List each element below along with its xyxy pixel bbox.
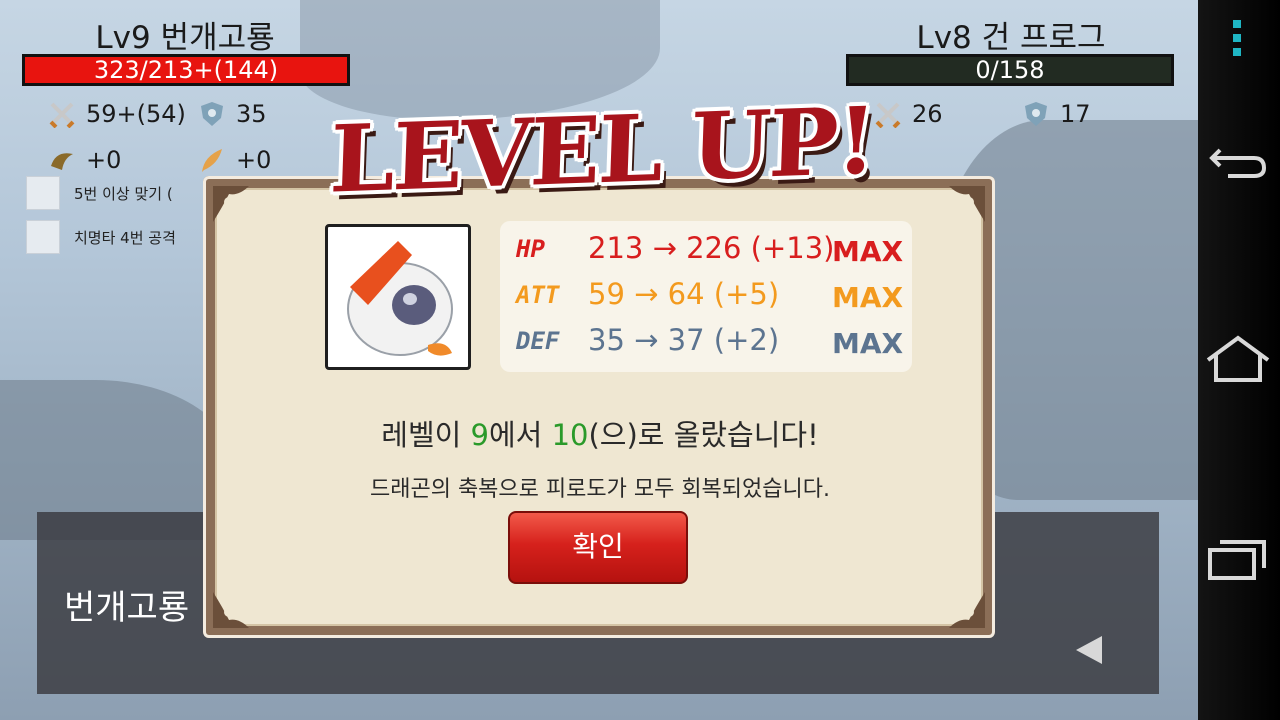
enemy-attack-stat: 26	[874, 100, 943, 129]
level-message-text: 에서	[488, 418, 552, 452]
enemy-defense-stat: 17	[1022, 100, 1091, 128]
player-bonus1-stat: +0	[48, 146, 121, 174]
home-icon	[1206, 335, 1270, 382]
feather-icon	[198, 146, 226, 174]
fatigue-message: 드래곤의 축복으로 피로도가 모두 회복되었습니다.	[369, 477, 830, 502]
new-level: 10	[551, 418, 589, 452]
stat-label: HP	[516, 235, 545, 263]
recent-apps-icon	[1208, 540, 1266, 580]
level-message-text: 레벨이	[381, 418, 471, 452]
enemy-attack-value: 26	[912, 100, 943, 128]
overflow-menu-icon[interactable]	[1233, 20, 1243, 62]
quest-label: 5번 이상 맞기 (	[74, 184, 173, 203]
dragon-portrait	[325, 224, 471, 370]
recent-apps-button[interactable]	[1198, 530, 1280, 590]
ornament-icon	[949, 186, 985, 222]
confirm-button[interactable]: 확인	[508, 511, 688, 584]
stat-value: 213 → 226 (+13)	[588, 231, 835, 265]
enemy-defense-value: 17	[1060, 100, 1091, 128]
stat-max-badge: MAX	[832, 235, 904, 268]
back-icon	[1209, 148, 1267, 178]
back-button[interactable]	[1198, 130, 1280, 190]
enemy-hp-bar: 0/158	[846, 54, 1174, 86]
player-attack-value: 59+(54)	[86, 100, 186, 128]
shield-icon	[198, 100, 226, 128]
stat-change-panel: HP 213 → 226 (+13) MAX ATT 59 → 64 (+5) …	[500, 221, 912, 372]
player-hp-bar: 323/213+(144)	[22, 54, 350, 86]
ornament-icon	[213, 186, 249, 222]
level-message-text: (으)로 올랐습니다!	[588, 418, 819, 452]
quest-checkbox	[26, 176, 60, 210]
stat-label: ATT	[516, 281, 560, 309]
player-bonus2-value: +0	[236, 146, 272, 174]
quest-checkbox	[26, 220, 60, 254]
player-defense-stat: 35	[198, 100, 267, 128]
level-up-title: LEVEL UP!	[328, 86, 877, 214]
horn-icon	[48, 146, 76, 174]
stat-row-hp: HP 213 → 226 (+13) MAX	[500, 229, 912, 269]
player-defense-value: 35	[236, 100, 267, 128]
back-arrow-icon[interactable]	[1076, 636, 1102, 664]
player-name: Lv9 번개고룡	[95, 20, 275, 56]
stat-value: 59 → 64 (+5)	[588, 277, 780, 311]
message-speaker: 번개고룡	[64, 588, 190, 628]
enemy-name: Lv8 건 프로그	[916, 20, 1106, 56]
crossed-swords-icon	[48, 100, 76, 129]
crossed-swords-icon	[874, 100, 902, 129]
stat-label: DEF	[516, 327, 560, 355]
player-bonus1-value: +0	[86, 146, 122, 174]
home-button[interactable]	[1198, 330, 1280, 390]
battle-scene: Lv9 번개고룡 323/213+(144) 59+(54) 35 +0 +0 …	[0, 0, 1198, 720]
quest-label: 치명타 4번 공격	[74, 228, 176, 247]
quest-item: 치명타 4번 공격	[26, 220, 176, 254]
stat-max-badge: MAX	[832, 327, 904, 360]
level-message: 레벨이 9에서 10(으)로 올랐습니다!	[200, 412, 1000, 454]
stat-row-att: ATT 59 → 64 (+5) MAX	[500, 275, 912, 315]
ornament-icon	[213, 592, 249, 628]
stat-row-def: DEF 35 → 37 (+2) MAX	[500, 321, 912, 361]
stat-value: 35 → 37 (+2)	[588, 323, 780, 357]
old-level: 9	[470, 418, 489, 452]
shield-icon	[1022, 100, 1050, 128]
stat-max-badge: MAX	[832, 281, 904, 314]
player-attack-stat: 59+(54)	[48, 100, 186, 129]
player-bonus2-stat: +0	[198, 146, 271, 174]
ornament-icon	[949, 592, 985, 628]
quest-item: 5번 이상 맞기 (	[26, 176, 173, 210]
